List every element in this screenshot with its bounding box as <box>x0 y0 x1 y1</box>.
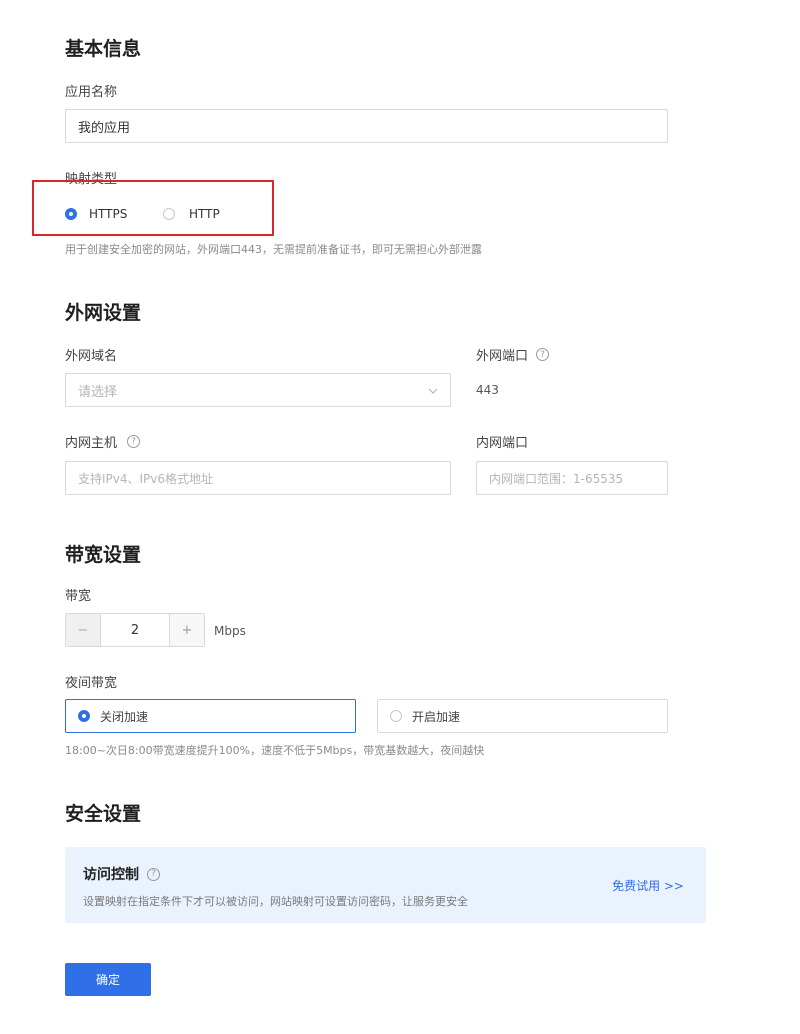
mapping-type-hint: 用于创建安全加密的网站，外网端口443，无需提前准备证书，即可无需担心外部泄露 <box>65 243 482 256</box>
decrement-button[interactable]: − <box>66 614 101 646</box>
radio-http[interactable]: HTTP <box>163 207 220 221</box>
help-icon[interactable]: ? <box>536 348 550 361</box>
radio-http-icon <box>163 208 175 220</box>
section-title-security: 安全设置 <box>65 803 142 825</box>
app-name-value: 我的应用 <box>78 120 131 136</box>
bandwidth-label: 带宽 <box>65 589 92 604</box>
external-port-label: 外网端口 <box>476 349 529 364</box>
radio-https[interactable]: HTTPS <box>65 207 127 221</box>
radio-checked-icon <box>78 710 90 722</box>
night-option-on-label: 开启加速 <box>412 709 461 724</box>
section-title-external: 外网设置 <box>65 302 142 324</box>
inner-host-placeholder: 支持IPv4、IPv6格式地址 <box>78 471 214 486</box>
access-control-title: 访问控制 <box>83 867 139 883</box>
radio-unchecked-icon <box>390 710 402 722</box>
night-bandwidth-label: 夜间带宽 <box>65 676 118 691</box>
bandwidth-value[interactable]: 2 <box>101 614 169 646</box>
night-option-on[interactable]: 开启加速 <box>377 699 668 733</box>
access-control-heading: 访问控制 ? <box>83 864 160 884</box>
radio-https-label: HTTPS <box>89 207 128 221</box>
app-name-input[interactable]: 我的应用 <box>65 109 668 143</box>
inner-port-label: 内网端口 <box>476 436 529 451</box>
access-control-panel: 访问控制 ? 设置映射在指定条件下才可以被访问，网站映射可设置访问密码，让服务更… <box>65 847 706 923</box>
night-option-off[interactable]: 关闭加速 <box>65 699 356 733</box>
radio-https-icon <box>65 208 77 220</box>
inner-host-input[interactable]: 支持IPv4、IPv6格式地址 <box>65 461 451 495</box>
radio-http-label: HTTP <box>189 207 220 221</box>
access-control-desc: 设置映射在指定条件下才可以被访问，网站映射可设置访问密码，让服务更安全 <box>83 895 468 908</box>
chevron-down-icon <box>428 383 438 398</box>
external-domain-placeholder: 请选择 <box>78 384 118 400</box>
section-title-basic: 基本信息 <box>65 38 142 60</box>
free-trial-link[interactable]: 免费试用 >> <box>612 877 684 894</box>
section-title-bandwidth: 带宽设置 <box>65 544 142 566</box>
inner-port-placeholder: 内网端口范围：1-65535 <box>489 471 624 486</box>
confirm-button[interactable]: 确定 <box>65 963 151 996</box>
app-name-label: 应用名称 <box>65 85 118 100</box>
external-domain-select[interactable]: 请选择 <box>65 373 451 407</box>
bandwidth-stepper: − 2 + <box>65 613 205 647</box>
inner-host-label-wrap: 内网主机 ? <box>65 432 141 451</box>
inner-port-input[interactable]: 内网端口范围：1-65535 <box>476 461 668 495</box>
inner-host-label: 内网主机 <box>65 436 118 451</box>
external-port-value: 443 <box>476 383 499 397</box>
night-bandwidth-hint: 18:00~次日8:00带宽速度提升100%，速度不低于5Mbps，带宽基数越大… <box>65 744 485 757</box>
increment-button[interactable]: + <box>169 614 204 646</box>
external-port-label-wrap: 外网端口 ? <box>476 345 550 364</box>
bandwidth-unit: Mbps <box>214 624 246 638</box>
help-icon[interactable]: ? <box>127 435 141 448</box>
night-option-off-label: 关闭加速 <box>100 709 149 724</box>
external-domain-label: 外网域名 <box>65 349 118 364</box>
help-icon[interactable]: ? <box>147 867 160 881</box>
